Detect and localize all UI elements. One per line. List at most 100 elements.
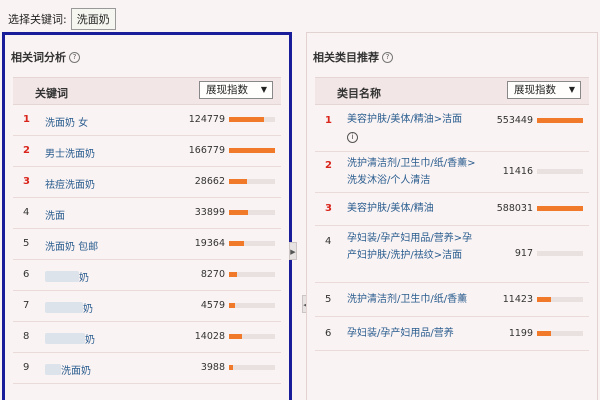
index-bar	[229, 148, 275, 153]
index-value: 19364	[194, 238, 225, 249]
keyword-link-text: 洗面奶	[61, 366, 91, 377]
index-bar	[537, 206, 583, 211]
index-value: 14028	[194, 331, 225, 342]
help-icon[interactable]: ?	[69, 51, 80, 63]
keyword-link[interactable]: 洗面奶 女	[45, 114, 88, 129]
index-bar	[229, 241, 275, 246]
metric-select[interactable]: 展现指数 ▼	[507, 81, 581, 99]
index-value: 917	[514, 248, 533, 259]
index-bar	[229, 117, 275, 122]
table-row: 1 美容护肤/美体/精油>洁面 i 553449	[315, 105, 589, 152]
rank: 2	[23, 145, 30, 156]
rank: 1	[23, 114, 30, 125]
category-link[interactable]: 美容护肤/美体/精油>洁面	[347, 114, 462, 125]
index-bar-fill	[229, 272, 238, 277]
panel-title: 相关词分析 ?	[11, 49, 80, 65]
rank: 9	[23, 362, 30, 373]
table-row: 3 祛痘洗面奶 28662	[13, 167, 281, 198]
dropdown-arrow-icon: ▼	[568, 85, 575, 94]
panel-title-text: 相关词分析	[11, 51, 66, 64]
index-bar-fill	[229, 179, 248, 184]
index-bar-fill	[229, 117, 264, 122]
table-header: 类目名称 展现指数 ▼	[315, 77, 589, 105]
rank: 6	[23, 269, 30, 280]
table-row: 6 孕妇装/孕产妇用品/营养 1199	[315, 317, 589, 351]
rank: 3	[23, 176, 30, 187]
keyword-link-text: 奶	[83, 304, 93, 315]
category-link[interactable]: 洗护清洁剂/卫生巾/纸/香薰>洗发沐浴/个人清洁	[347, 155, 482, 189]
expand-right-icon[interactable]: ▶	[289, 242, 297, 260]
metric-select-value: 展现指数	[514, 84, 556, 96]
index-value: 166779	[188, 145, 225, 156]
keyword-selector-label: 选择关键词:	[8, 13, 67, 26]
rank: 1	[325, 115, 332, 126]
table-row: 4 孕妇装/孕产妇用品/营养>孕产妇护肤/洗护/祛纹>洁面 917	[315, 226, 589, 283]
index-bar-fill	[229, 334, 242, 339]
category-link[interactable]: 孕妇装/孕产妇用品/营养	[347, 325, 482, 342]
table-row: 7 奶 4579	[13, 291, 281, 322]
index-bar	[537, 251, 583, 256]
index-value: 124779	[188, 114, 225, 125]
index-bar-fill	[229, 241, 244, 246]
table-row: 5 洗面奶 包邮 19364	[13, 229, 281, 260]
keyword-link[interactable]: 洗面	[45, 207, 65, 222]
metric-select-value: 展现指数	[206, 84, 248, 96]
rank: 6	[325, 328, 332, 339]
keyword-button[interactable]: 洗面奶	[70, 8, 116, 30]
keyword-link[interactable]: 奶	[45, 269, 89, 284]
index-value: 28662	[194, 176, 225, 187]
keyword-column-header: 关键词	[35, 87, 68, 100]
panel-title: 相关类目推荐 ?	[313, 49, 393, 65]
index-bar-fill	[537, 118, 583, 123]
keyword-link[interactable]: 洗面奶 包邮	[45, 238, 98, 253]
index-bar-fill	[537, 331, 551, 336]
rank: 4	[23, 207, 30, 218]
keyword-link[interactable]: 男士洗面奶	[45, 145, 95, 160]
index-bar-fill	[229, 148, 275, 153]
category-link[interactable]: 洗护清洁剂/卫生巾/纸/香薰	[347, 291, 482, 308]
keyword-link[interactable]: 祛痘洗面奶	[45, 176, 95, 191]
index-bar-fill	[229, 365, 233, 370]
redacted-text	[45, 302, 83, 313]
category-link[interactable]: 美容护肤/美体/精油	[347, 200, 482, 217]
rank: 7	[23, 300, 30, 311]
rank: 4	[325, 236, 332, 247]
index-bar	[537, 331, 583, 336]
rank: 3	[325, 203, 332, 214]
table-row: 8 奶 14028	[13, 322, 281, 353]
index-bar-fill	[537, 297, 551, 302]
index-value: 11416	[502, 166, 533, 177]
index-bar	[229, 272, 275, 277]
dropdown-arrow-icon: ▼	[260, 85, 267, 94]
table-row: 3 美容护肤/美体/精油 588031	[315, 193, 589, 226]
redacted-text	[45, 333, 85, 344]
table-row: 9 洗面奶 3988	[13, 353, 281, 384]
index-bar	[537, 297, 583, 302]
keyword-link[interactable]: 洗面奶	[45, 362, 91, 377]
metric-select[interactable]: 展现指数 ▼	[199, 81, 273, 99]
index-value: 4579	[200, 300, 225, 311]
index-bar-fill	[537, 206, 583, 211]
index-bar	[537, 169, 583, 174]
keyword-link[interactable]: 奶	[45, 300, 93, 315]
rank: 8	[23, 331, 30, 342]
keyword-link[interactable]: 奶	[45, 331, 95, 346]
index-value: 553449	[496, 115, 533, 126]
table-header: 关键词 展现指数 ▼	[13, 77, 281, 105]
index-bar	[229, 179, 275, 184]
index-bar	[229, 303, 275, 308]
info-icon[interactable]: i	[347, 132, 358, 143]
keyword-selector: 选择关键词: 洗面奶	[8, 8, 116, 30]
index-bar	[229, 365, 275, 370]
index-value: 588031	[496, 203, 533, 214]
related-words-panel: 相关词分析 ? 关键词 展现指数 ▼ 1 洗面奶 女 124779 2 男士洗面…	[2, 32, 292, 400]
table-row: 1 洗面奶 女 124779	[13, 105, 281, 136]
category-link[interactable]: 孕妇装/孕产妇用品/营养>孕产妇护肤/洗护/祛纹>洁面	[347, 230, 482, 264]
index-bar	[229, 334, 275, 339]
keyword-link-text: 奶	[79, 273, 89, 284]
rank: 2	[325, 160, 332, 171]
category-column-header: 类目名称	[337, 87, 381, 100]
table-row: 2 男士洗面奶 166779	[13, 136, 281, 167]
help-icon[interactable]: ?	[382, 51, 393, 63]
redacted-text	[45, 271, 79, 282]
